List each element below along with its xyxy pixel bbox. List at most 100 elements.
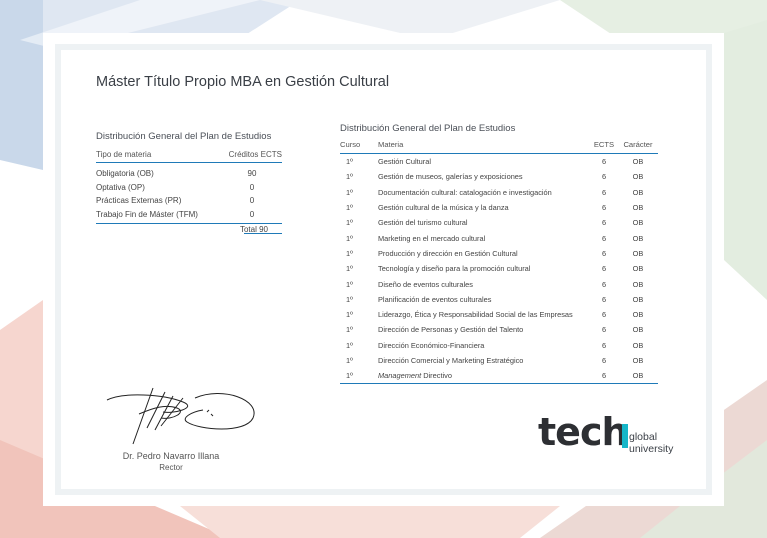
plan-cell-curso: 1º (346, 356, 353, 365)
plan-cell-curso: 1º (346, 325, 353, 335)
plan-row: 1º Marketing en el mercado cultural 6 OB (340, 230, 658, 245)
plan-cell-materia: Dirección Económico-Financiera (378, 340, 485, 350)
logo-wordmark: tech (538, 410, 629, 454)
plan-header-caracter: Carácter (618, 140, 658, 154)
plan-cell-caracter: OB (632, 203, 644, 213)
summary-header-credits: Créditos ECTS (228, 150, 282, 159)
logo-global: global (629, 431, 658, 443)
plan-cell-ects: 6 (601, 248, 607, 258)
plan-row: 1º Dirección de Personas y Gestión del Ta… (340, 322, 658, 337)
summary-row: Trabajo Fin de Máster (TFM) 0 (96, 208, 282, 222)
plan-row: 1º Documentación cultural: catalogación e… (340, 185, 658, 200)
plan-cell-curso: 1º (346, 172, 353, 182)
plan-row: 1º Tecnología y diseño para la promoción … (340, 261, 658, 276)
summary-total: Total 90 (239, 225, 268, 234)
summary-row-credits: 0 (249, 196, 255, 205)
plan-cell-ects: 6 (601, 325, 607, 335)
plan-row: 1º Diseño de eventos culturales 6 OB (340, 276, 658, 291)
plan-cell-curso: 1º (346, 218, 353, 228)
plan-cell-materia: Liderazgo, Ética y Responsabilidad Socia… (378, 310, 573, 320)
plan-cell-materia: Gestión del turismo cultural (378, 218, 468, 228)
plan-cell-caracter: OB (632, 340, 644, 350)
summary-header-type: Tipo de materia (96, 150, 152, 159)
summary-row-type: Obligatoria (OB) (96, 169, 154, 178)
summary-title: Distribución General del Plan de Estudio… (96, 131, 272, 142)
plan-cell-caracter: OB (632, 325, 644, 335)
plan-cell-caracter: OB (632, 294, 644, 304)
certificate-title: Máster Título Propio MBA en Gestión Cult… (96, 74, 390, 90)
plan-cell-caracter: OB (632, 233, 644, 243)
plan-title: Distribución General del Plan de Estudio… (340, 123, 516, 134)
plan-cell-curso: 1º (346, 310, 353, 320)
plan-cell-caracter: OB (632, 356, 644, 365)
summary-row-type: Optativa (OP) (96, 182, 145, 192)
plan-cell-caracter: OB (632, 172, 644, 182)
plan-cell-materia: Management Directivo (378, 368, 590, 385)
plan-cell-materia: Marketing en el mercado cultural (378, 233, 486, 243)
plan-cell-materia: Dirección de Personas y Gestión del Tale… (378, 325, 524, 335)
rector-signature (106, 387, 255, 445)
plan-cell-caracter: OB (632, 310, 644, 320)
plan-row: 1º Producción y dirección en Gestión Cult… (340, 246, 658, 261)
summary-row-type: Trabajo Fin de Máster (TFM) (96, 209, 198, 219)
plan-cell-ects: 6 (601, 340, 607, 350)
summary-table: Distribución General del Plan de Estudio… (96, 131, 282, 234)
plan-cell-curso: 1º (340, 368, 378, 385)
plan-grid: Curso Materia ECTS Carácter 1º Gestión Cu… (340, 140, 658, 385)
plan-cell-ects: 6 (601, 356, 607, 365)
signatory-name: Dr. Pedro Navarro Illana (122, 451, 220, 461)
plan-row: 1º Gestión cultural de la música y la dan… (340, 200, 658, 215)
plan-cell-curso: 1º (346, 233, 353, 243)
plan-header-ects: ECTS (590, 140, 618, 154)
plan-header-curso: Curso (340, 140, 378, 154)
plan-cell-materia-rest: Directivo (421, 371, 452, 381)
plan-cell-ects: 6 (601, 279, 607, 289)
plan-cell-ects: 6 (601, 233, 607, 243)
plan-header-row: Curso Materia ECTS Carácter (340, 140, 658, 154)
plan-cell-ects: 6 (601, 310, 607, 320)
plan-row: 1º Liderazgo, Ética y Responsabilidad Soc… (340, 307, 658, 322)
plan-row: 1º Planificación de eventos culturales 6 OB (340, 292, 658, 307)
plan-cell-caracter: OB (632, 279, 644, 289)
plan-row: 1º Gestión de museos, galerías y exposici… (340, 169, 658, 184)
summary-row: Obligatoria (OB) 90 (96, 167, 282, 181)
plan-cell-caracter: OB (632, 187, 644, 197)
plan-cell-curso: 1º (346, 203, 353, 213)
plan-cell-curso: 1º (346, 279, 353, 289)
plan-cell-materia: Gestión Cultural (378, 157, 431, 167)
plan-cell-ects: 6 (590, 368, 618, 385)
plan-table: Distribución General del Plan de Estudio… (340, 123, 660, 385)
plan-cell-ects: 6 (601, 157, 607, 167)
plan-cell-materia: Gestión de museos, galerías y exposicion… (378, 172, 523, 182)
plan-cell-curso: 1º (346, 248, 353, 258)
plan-row: 1º Management Directivo 6 OB (340, 368, 658, 385)
plan-cell-ects: 6 (601, 187, 607, 197)
plan-cell-caracter: OB (632, 248, 644, 258)
logo-university: university (629, 443, 674, 455)
plan-header-materia: Materia (378, 140, 590, 154)
plan-cell-caracter: OB (632, 264, 644, 274)
plan-cell-curso: 1º (346, 294, 353, 304)
plan-cell-materia: Tecnología y diseño para la promoción cu… (378, 264, 531, 274)
summary-row-credits: 90 (247, 169, 257, 178)
plan-row: 1º Dirección Comercial y Marketing Estrat… (340, 353, 658, 368)
plan-cell-materia: Documentación cultural: catalogación e i… (378, 187, 552, 197)
plan-cell-ects: 6 (601, 294, 607, 304)
plan-cell-materia: Planificación de eventos culturales (378, 294, 492, 304)
plan-row: 1º Gestión Cultural 6 OB (340, 154, 658, 170)
plan-cell-ects: 6 (601, 218, 607, 228)
plan-cell-curso: 1º (346, 157, 353, 167)
plan-cell-materia-italic: Management (378, 371, 422, 381)
plan-cell-materia: Diseño de eventos culturales (378, 279, 473, 289)
summary-row-credits: 0 (249, 182, 255, 192)
logo-accent-icon (622, 424, 628, 448)
plan-row: 1º Dirección Económico-Financiera 6 OB (340, 338, 658, 353)
plan-cell-ects: 6 (601, 264, 607, 274)
summary-row-credits: 0 (249, 209, 255, 219)
plan-row: 1º Gestión del turismo cultural 6 OB (340, 215, 658, 230)
signatory-role: Rector (159, 463, 183, 472)
summary-row-type: Prácticas Externas (PR) (96, 196, 182, 205)
plan-cell-ects: 6 (601, 203, 607, 213)
plan-cell-materia: Dirección Comercial y Marketing Estratég… (378, 356, 524, 365)
plan-cell-caracter: OB (632, 157, 644, 167)
